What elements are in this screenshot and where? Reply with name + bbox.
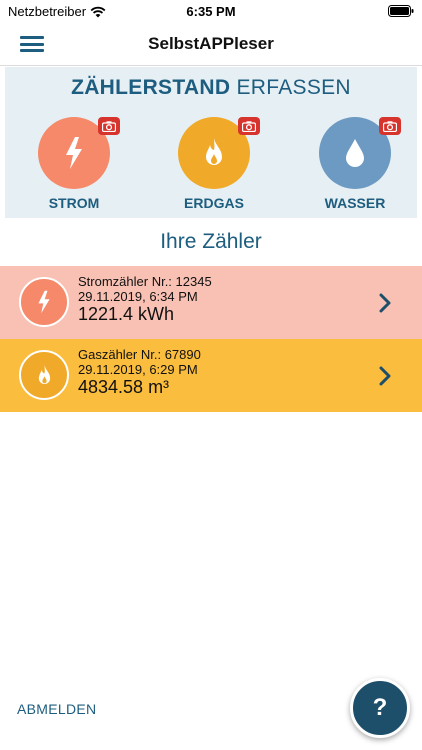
- water-drop-icon: [346, 139, 364, 167]
- wasser-circle: [319, 117, 401, 189]
- camera-icon: [238, 117, 260, 135]
- strom-circle: [38, 117, 120, 189]
- meter-icon-circle: [19, 277, 69, 327]
- meter-row-strom[interactable]: Stromzähler Nr.: 12345 29.11.2019, 6:34 …: [0, 266, 422, 339]
- meter-name: Stromzähler Nr.: 12345: [78, 274, 212, 289]
- capture-heading-bold: ZÄHLERSTAND: [71, 76, 231, 99]
- meter-datetime: 29.11.2019, 6:29 PM: [78, 362, 198, 377]
- chevron-right-icon: [379, 366, 391, 386]
- meter-name: Gaszähler Nr.: 67890: [78, 347, 201, 362]
- capture-erdgas-button[interactable]: ERDGAS: [169, 117, 260, 211]
- battery-icon: [388, 5, 414, 17]
- chevron-right-icon: [379, 293, 391, 313]
- camera-icon: [379, 117, 401, 135]
- app-screen: Netzbetreiber 6:35 PM SelbstAPPleser ZÄH…: [0, 0, 422, 750]
- app-title: SelbstAPPleser: [148, 34, 274, 53]
- flame-icon: [38, 364, 50, 384]
- meter-datetime: 29.11.2019, 6:34 PM: [78, 289, 198, 304]
- meter-row-gas[interactable]: Gaszähler Nr.: 67890 29.11.2019, 6:29 PM…: [0, 339, 422, 412]
- capture-strom-button[interactable]: STROM: [29, 117, 120, 211]
- logout-button[interactable]: ABMELDEN: [17, 701, 96, 717]
- status-time: 6:35 PM: [186, 4, 236, 19]
- help-label: ?: [372, 694, 388, 721]
- erdgas-label: ERDGAS: [184, 195, 244, 211]
- capture-heading-light: ERFASSEN: [236, 76, 351, 99]
- wasser-label: WASSER: [324, 195, 386, 211]
- flame-icon: [206, 138, 222, 165]
- lightning-icon: [66, 137, 82, 169]
- help-button[interactable]: ?: [350, 678, 410, 738]
- capture-wasser-button[interactable]: WASSER: [310, 117, 401, 211]
- status-bar: Netzbetreiber 6:35 PM: [0, 0, 422, 22]
- strom-label: STROM: [48, 195, 100, 211]
- erdgas-circle: [178, 117, 260, 189]
- navigation-bar: SelbstAPPleser: [0, 22, 422, 66]
- meter-reading: 1221.4 kWh: [78, 304, 175, 324]
- camera-icon: [98, 117, 120, 135]
- capture-heading: ZÄHLERSTAND ERFASSEN: [5, 76, 417, 100]
- lightning-icon: [38, 290, 50, 314]
- meter-icon-circle: [19, 350, 69, 400]
- meter-reading: 4834.58 m³: [78, 377, 170, 397]
- capture-reading-panel: ZÄHLERSTAND ERFASSEN STROM ERDGAS WASSER: [5, 67, 417, 218]
- section-title: Ihre Zähler: [160, 230, 262, 253]
